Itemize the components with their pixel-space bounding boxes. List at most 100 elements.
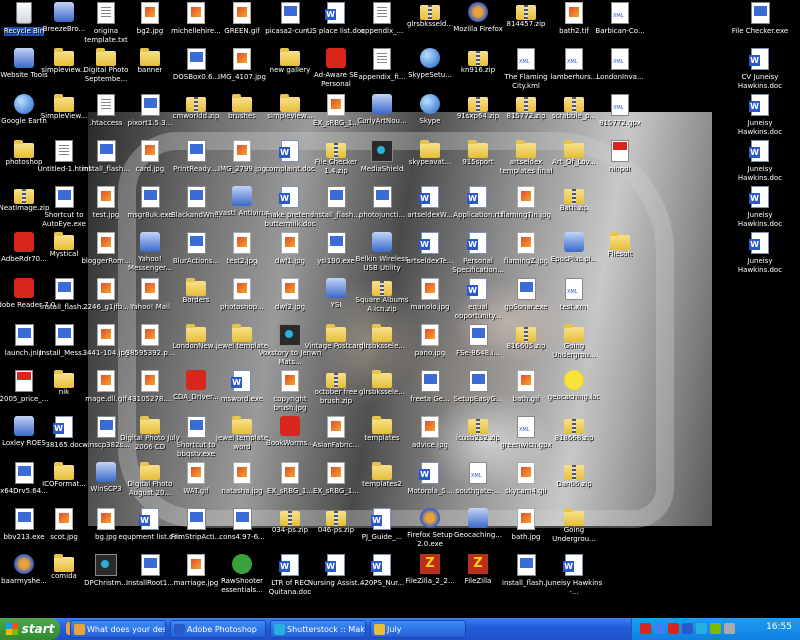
network-tray-icon[interactable] bbox=[654, 623, 665, 634]
desktop[interactable]: Recycle Bin Website Tools Google Earth phot… bbox=[0, 0, 800, 618]
app-icon bbox=[14, 416, 34, 436]
desktop-icon-label: comida bbox=[51, 572, 77, 580]
volume-tray-icon[interactable] bbox=[724, 623, 735, 634]
desktop-icon-label: 034-ps.zip bbox=[271, 526, 309, 534]
folder-icon bbox=[54, 370, 74, 388]
img-icon bbox=[281, 370, 299, 392]
media-icon bbox=[279, 324, 301, 346]
img-icon bbox=[233, 2, 251, 24]
messenger-tray-icon[interactable] bbox=[710, 623, 721, 634]
folder-icon bbox=[564, 140, 584, 158]
desktop-icon[interactable]: Fliesoft bbox=[588, 232, 652, 286]
exe-icon bbox=[186, 140, 206, 162]
windows-logo-icon bbox=[5, 623, 18, 635]
img-icon bbox=[281, 232, 299, 254]
doc-icon bbox=[419, 232, 439, 254]
taskbar-button[interactable]: Adobe Photoshop bbox=[170, 620, 266, 638]
desktop-icon-label: Dan06.zip bbox=[556, 480, 592, 488]
desktop-icon-label: 815772.zip bbox=[506, 112, 546, 120]
exe-icon bbox=[54, 186, 74, 208]
doc-icon bbox=[139, 508, 159, 530]
folder-icon bbox=[54, 462, 74, 480]
desktop-icon-label: natasha.jpg bbox=[221, 487, 263, 495]
exe-icon bbox=[186, 186, 206, 208]
desktop-icon[interactable]: nihpdf bbox=[588, 140, 652, 194]
exe-icon bbox=[516, 554, 536, 576]
zip-icon bbox=[186, 97, 206, 112]
img-icon bbox=[187, 554, 205, 576]
clock[interactable]: 16:55 bbox=[766, 622, 792, 632]
bluetooth-tray-icon[interactable] bbox=[682, 623, 693, 634]
folder-icon bbox=[420, 140, 440, 158]
system-tray: 16:55 bbox=[631, 618, 800, 640]
desktop-icon-label: Fliesoft bbox=[607, 250, 633, 258]
doc-icon bbox=[53, 416, 73, 438]
doc-icon bbox=[419, 186, 439, 208]
exe-icon bbox=[420, 370, 440, 392]
exe-icon bbox=[140, 94, 160, 116]
desktop-icon-label: test2.jpg bbox=[226, 257, 258, 265]
desktop-icon-label: bath2.tif bbox=[559, 27, 589, 35]
media-icon bbox=[95, 554, 117, 576]
desktop-icon-label: templates bbox=[364, 434, 400, 442]
desktop-icon-label: WAT.gif bbox=[183, 487, 209, 495]
security-tray-icon[interactable] bbox=[668, 623, 679, 634]
img-icon bbox=[97, 186, 115, 208]
skype-tray-icon[interactable] bbox=[696, 623, 707, 634]
antivirus-tray-icon[interactable] bbox=[640, 623, 651, 634]
exe-icon bbox=[232, 508, 252, 530]
desktop-icon[interactable]: Juneisy Hawkins.doc bbox=[728, 232, 792, 286]
doc-icon bbox=[749, 186, 769, 208]
taskbar-button[interactable]: July bbox=[370, 620, 466, 638]
zip-icon bbox=[516, 327, 536, 342]
doc-icon bbox=[563, 554, 583, 576]
exe-icon bbox=[326, 186, 346, 208]
desktop-icon-label: 046-ps.zip bbox=[317, 526, 355, 534]
img-icon bbox=[97, 232, 115, 254]
xml-icon bbox=[565, 48, 583, 70]
doc-icon bbox=[325, 554, 345, 576]
img-icon bbox=[233, 140, 251, 162]
desktop-icon-label: pano.jpg bbox=[414, 349, 446, 357]
app-icon bbox=[372, 94, 392, 114]
folder-icon bbox=[54, 554, 74, 572]
desktop-icon-label: advice.jpg bbox=[411, 441, 449, 449]
doc-icon bbox=[467, 232, 487, 254]
desktop-icon-label: Barbican-Co... bbox=[595, 27, 645, 35]
img-icon bbox=[517, 370, 535, 392]
zip-icon bbox=[468, 97, 488, 112]
exe-icon bbox=[186, 232, 206, 254]
media-icon bbox=[371, 140, 393, 162]
img-icon bbox=[565, 2, 583, 24]
pdf-icon bbox=[611, 140, 629, 162]
taskbar-button[interactable]: Shutterstock :: Make ... bbox=[270, 620, 366, 638]
img-icon bbox=[187, 2, 205, 24]
start-button[interactable]: start bbox=[0, 618, 60, 640]
desktop-icon-label: nik bbox=[58, 388, 70, 396]
web-icon bbox=[420, 508, 440, 528]
taskbar-button[interactable]: What does your desk... bbox=[70, 620, 166, 638]
img-icon bbox=[327, 416, 345, 438]
desktop-icon-label: LondonInva... bbox=[596, 73, 644, 81]
img-icon bbox=[141, 324, 159, 346]
zip-icon bbox=[14, 189, 34, 204]
desktop-icon-label: 815772.gpx bbox=[599, 119, 641, 127]
zip-icon bbox=[372, 281, 392, 296]
zip-icon bbox=[326, 143, 346, 158]
taskbar-app-icon bbox=[74, 624, 85, 635]
folder-icon bbox=[232, 94, 252, 112]
desktop-icon-label: dwf1.jpg bbox=[274, 257, 306, 265]
desktop-icon-label: YSI bbox=[330, 301, 342, 309]
pdf-icon bbox=[15, 370, 33, 392]
txt-icon bbox=[97, 2, 115, 24]
folder-icon bbox=[372, 416, 392, 434]
folder-icon bbox=[468, 140, 488, 158]
desktop-icon[interactable]: Juneisy Hawkins -... bbox=[542, 554, 606, 608]
desktop-icon-label: msword.exe bbox=[220, 395, 264, 403]
desktop-icon-label: dwf2.jpg bbox=[274, 303, 306, 311]
img-icon bbox=[281, 462, 299, 484]
desktop-icon-label: 816605.zip bbox=[506, 342, 546, 350]
doc-icon bbox=[371, 554, 391, 576]
img-icon bbox=[55, 508, 73, 530]
folder-icon bbox=[54, 94, 74, 112]
